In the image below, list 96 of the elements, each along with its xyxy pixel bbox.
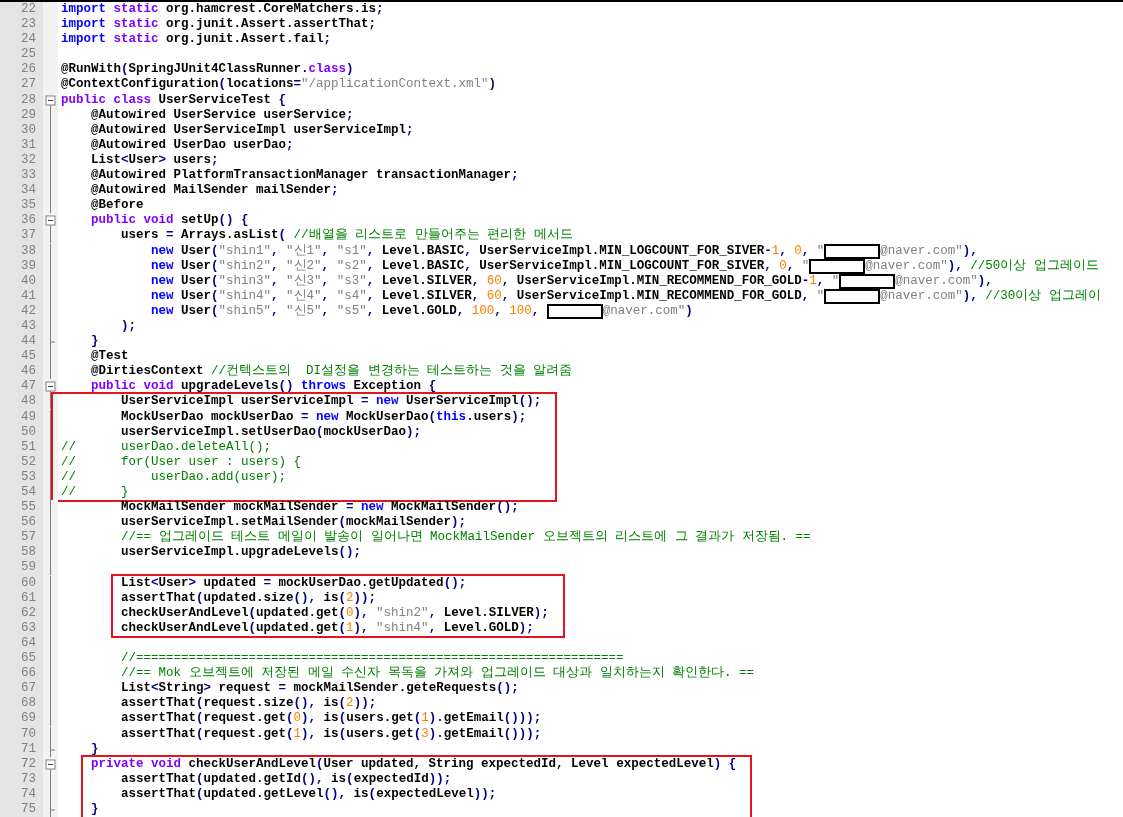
code-text: public class UserServiceTest { — [61, 92, 287, 107]
code-text: @Test — [91, 349, 129, 364]
code-text: List<User> updated = mockUserDao.getUpdated(); — [121, 575, 467, 590]
code-text: // for(User user : users) { — [61, 454, 302, 469]
code-text: new User("shin2", "신2", "s2", Level.BASIC, UserServiceImpl.MIN_LOGCOUNT_FOR_SIVER, 0, " — [151, 258, 810, 273]
code-text: @ContextConfiguration(locations="/applicationContext.xml") — [61, 77, 497, 92]
redaction-box — [546, 303, 603, 319]
code-text: assertThat(request.size(), is(2)); — [121, 696, 377, 711]
line-number: 65 — [0, 651, 43, 667]
code-editor[interactable] — [0, 0, 1123, 817]
line-number: 46 — [0, 364, 43, 380]
code-text: userServiceImpl.upgradeLevels(); — [121, 545, 362, 560]
code-text: assertThat(updated.size(), is(2)); — [121, 590, 377, 605]
redaction-box — [839, 273, 896, 289]
line-number: 56 — [0, 515, 43, 531]
line-number: 68 — [0, 696, 43, 712]
code-text: @naver.com"), //30이상 업그레이 — [880, 288, 1101, 303]
line-number: 69 — [0, 711, 43, 727]
line-number: 48 — [0, 394, 43, 410]
code-text: @naver.com"), — [880, 243, 978, 258]
code-text: import static org.junit.Assert.assertThat; — [61, 17, 377, 32]
redaction-box — [824, 288, 881, 304]
code-text: @naver.com"), //50이상 업그레이드 — [865, 258, 1099, 273]
code-text: UserServiceImpl userServiceImpl = new UserServiceImpl(); — [121, 394, 542, 409]
code-text: userServiceImpl.setUserDao(mockUserDao); — [121, 424, 422, 439]
code-text: assertThat(request.get(0), is(users.get(1).getEmail())); — [121, 711, 542, 726]
code-text: new User("shin5", "신5", "s5", Level.GOLD, 100, 100, — [151, 303, 541, 318]
code-text: checkUserAndLevel(updated.get(1), "shin4", Level.GOLD); — [121, 620, 534, 635]
code-text: public void upgradeLevels() throws Exception { — [91, 379, 437, 394]
line-number: 58 — [0, 545, 43, 561]
code-text: assertThat(request.get(1), is(users.get(3).getEmail())); — [121, 726, 542, 741]
code-text: } — [91, 741, 99, 756]
code-text: @Autowired MailSender mailSender; — [91, 183, 339, 198]
code-text: // userDao.deleteAll(); — [61, 439, 272, 454]
code-text: List<String> request = mockMailSender.geteRequests(); — [121, 681, 519, 696]
code-text: private void checkUserAndLevel(User updated, String expectedId, Level expectedLevel) { — [91, 756, 737, 771]
collapse-icon[interactable] — [45, 95, 56, 108]
line-number: 22 — [0, 2, 43, 18]
code-text: // userDao.add(user); — [61, 469, 287, 484]
line-number: 55 — [0, 500, 43, 516]
code-text: @naver.com") — [602, 303, 693, 318]
code-text: MockUserDao mockUserDao = new MockUserDao(this.users); — [121, 409, 527, 424]
code-text: import static org.junit.Assert.fail; — [61, 32, 332, 47]
code-text: @Before — [91, 198, 144, 213]
line-number: 45 — [0, 349, 43, 365]
code-text: } — [91, 334, 99, 349]
line-number: 47 — [0, 379, 43, 395]
line-number: 59 — [0, 560, 43, 576]
code-text: MockMailSender mockMailSender = new MockMailSender(); — [121, 500, 519, 515]
code-text: @naver.com"), — [895, 273, 993, 288]
code-text: new User("shin3", "신3", "s3", Level.SILVER, 60, UserServiceImpl.MIN_RECOMMEND_FOR_GOLD-1, " — [151, 273, 840, 288]
line-number: 24 — [0, 32, 43, 48]
line-number: 54 — [0, 485, 43, 501]
line-number: 23 — [0, 17, 43, 33]
code-text: @RunWith(SpringJUnit4ClassRunner.class) — [61, 62, 354, 77]
code-text: new User("shin4", "신4", "s4", Level.SILVER, 60, UserServiceImpl.MIN_RECOMMEND_FOR_GOLD, " — [151, 288, 825, 303]
code-text: checkUserAndLevel(updated.get(0), "shin2", Level.SILVER); — [121, 605, 549, 620]
code-text: @Autowired PlatformTransactionManager transactionManager; — [91, 168, 519, 183]
line-number: 37 — [0, 228, 43, 244]
code-text: } — [91, 801, 99, 816]
code-text: assertThat(updated.getId(), is(expectedId)); — [121, 771, 452, 786]
line-number: 66 — [0, 666, 43, 682]
line-number: 44 — [0, 334, 43, 350]
code-text: @Autowired UserServiceImpl userServiceImpl; — [91, 122, 414, 137]
line-number: 27 — [0, 77, 43, 93]
line-number: 67 — [0, 681, 43, 697]
line-number: 36 — [0, 213, 43, 229]
redaction-box — [809, 258, 866, 274]
code-text: public void setUp() { — [91, 213, 249, 228]
line-number: 25 — [0, 47, 43, 63]
code-text: new User("shin1", "신1", "s1", Level.BASIC, UserServiceImpl.MIN_LOGCOUNT_FOR_SIVER-1, 0, " — [151, 243, 825, 258]
line-number: 26 — [0, 62, 43, 78]
code-text: users = Arrays.asList( //배열을 리스트로 만들어주는 편리한 메서드 — [121, 228, 573, 243]
code-text: @Autowired UserDao userDao; — [91, 137, 294, 152]
line-number: 34 — [0, 183, 43, 199]
code-text: @DirtiesContext //컨텍스트의 DI설정을 변경하는 테스트하는 것을 알려줌 — [91, 364, 573, 379]
code-text: // } — [61, 485, 129, 499]
line-number: 33 — [0, 168, 43, 184]
code-text: //== 업그레이드 테스트 메일이 발송이 일어나면 MockMailSender 오브젝트의 리스트에 그 결과가 저장됨. == — [121, 530, 811, 545]
collapse-icon[interactable] — [45, 381, 56, 395]
code-text: //== Mok 오브젝트에 저장된 메일 수신자 목독을 가져와 업그레이드 대상과 일치하는지 확인한다. == — [121, 666, 755, 681]
code-text: @Autowired UserService userService; — [91, 107, 354, 122]
fold-end-line — [50, 334, 56, 350]
code-text: assertThat(updated.getLevel(), is(expectedLevel)); — [121, 786, 497, 801]
code-text: //================================================================= — [121, 651, 624, 666]
code-text: List<User> users; — [91, 152, 219, 167]
code-text: ); — [121, 318, 137, 333]
fold-end-line — [50, 741, 56, 757]
code-text: userServiceImpl.setMailSender(mockMailSender); — [121, 515, 467, 530]
code-text: import static org.hamcrest.CoreMatchers.is; — [61, 2, 384, 16]
line-number: 35 — [0, 198, 43, 214]
fold-end-line — [50, 801, 56, 817]
collapse-icon[interactable] — [45, 215, 56, 229]
collapse-icon[interactable] — [45, 759, 56, 772]
line-number: 57 — [0, 530, 43, 546]
redaction-box — [824, 243, 881, 259]
